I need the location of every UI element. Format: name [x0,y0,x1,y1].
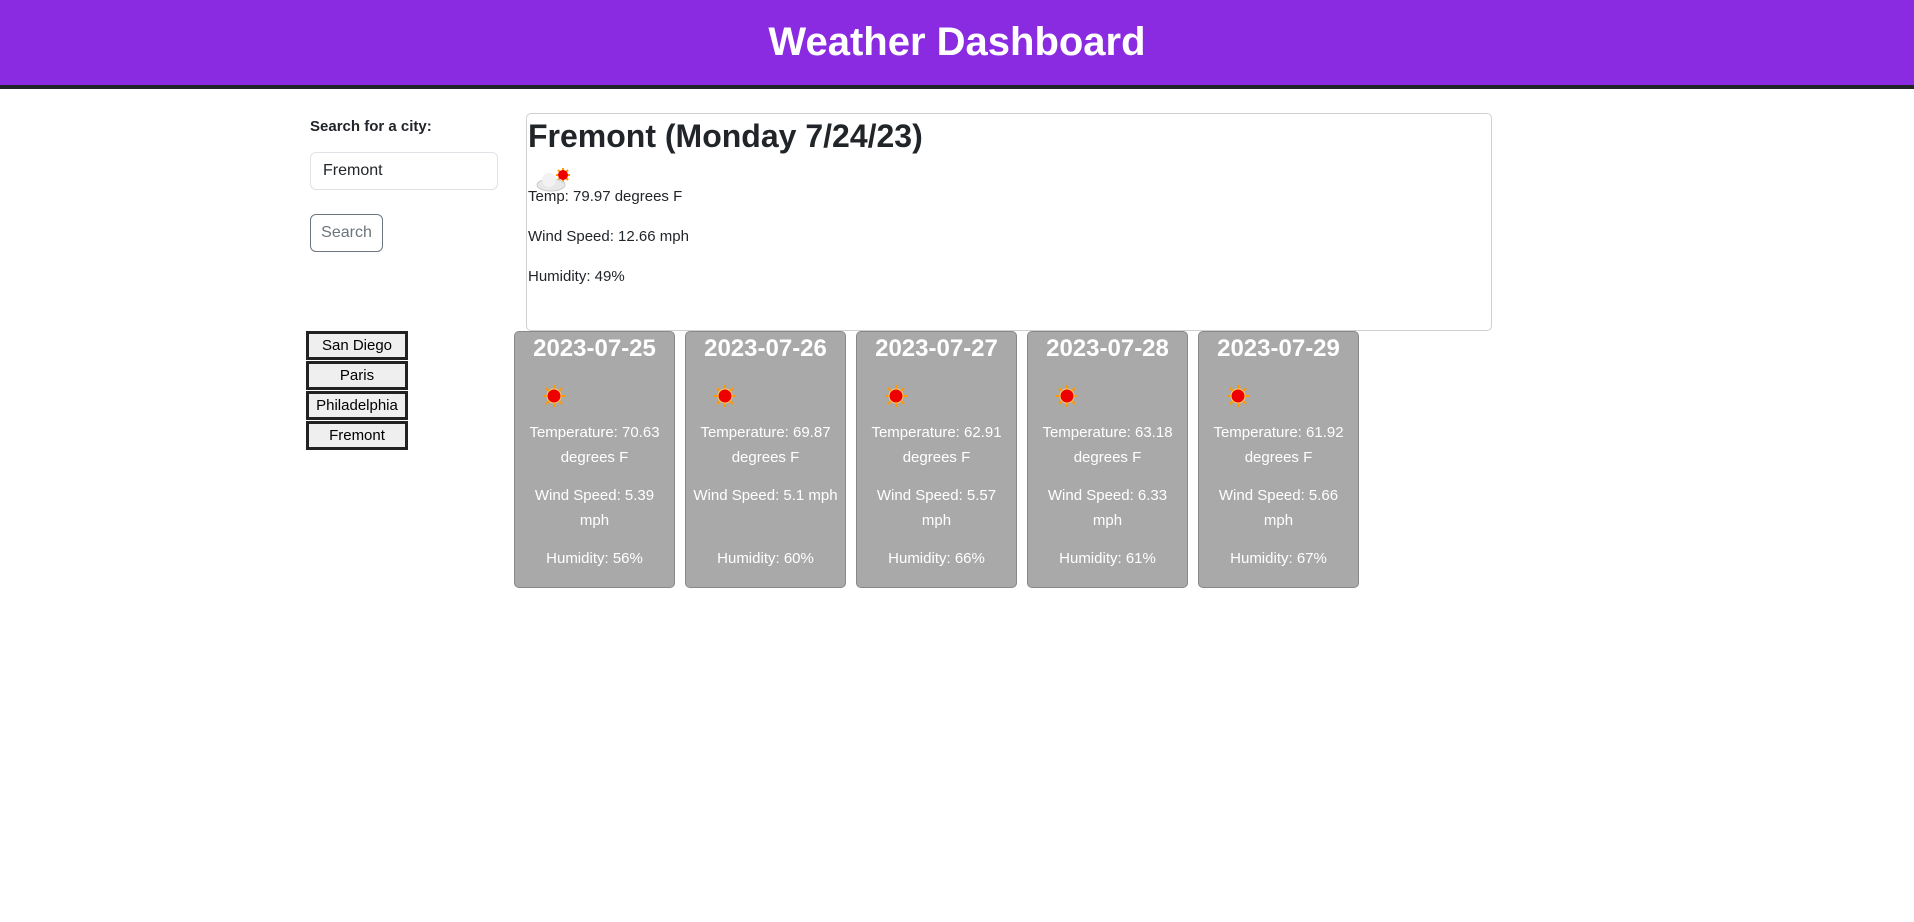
forecast-card: 2023-07-26 Temperature: 69.87 degrees F … [685,331,846,588]
forecast-wind: Wind Speed: 5.39 mph [534,487,655,529]
forecast-card: 2023-07-29 Temperature: 61.92 degrees F … [1198,331,1359,588]
sun-icon [543,385,565,407]
forecast-date: 2023-07-29 [1217,335,1340,362]
current-humidity: Humidity: 49% [528,268,625,285]
forecast-humidity: Humidity: 67% [1230,550,1327,567]
app-title: Weather Dashboard [768,20,1146,64]
forecast-wind: Wind Speed: 5.57 mph [876,487,997,529]
forecast-humidity: Humidity: 66% [888,550,985,567]
sun-icon [714,385,736,407]
forecast-wind: Wind Speed: 6.33 mph [1047,487,1168,529]
sun-icon [1227,385,1249,407]
history-button-paris[interactable]: Paris [306,361,408,390]
forecast-date: 2023-07-25 [533,335,656,362]
search-history: San Diego Paris Philadelphia Fremont [306,331,408,451]
forecast-temp: Temperature: 69.87 degrees F [700,424,831,466]
history-button-philadelphia[interactable]: Philadelphia [306,391,408,420]
history-button-san-diego[interactable]: San Diego [306,331,408,360]
forecast-date: 2023-07-27 [875,335,998,362]
sun-icon [1056,385,1078,407]
current-weather-card: Fremont (Monday 7/24/23) Temp: 79.97 deg… [526,113,1492,331]
forecast-card: 2023-07-28 Temperature: 63.18 degrees F … [1027,331,1188,588]
forecast-humidity: Humidity: 61% [1059,550,1156,567]
forecast-temp: Temperature: 70.63 degrees F [529,424,660,466]
forecast-date: 2023-07-28 [1046,335,1169,362]
forecast-humidity: Humidity: 60% [717,550,814,567]
forecast-wind: Wind Speed: 5.66 mph [1218,487,1339,529]
forecast-date: 2023-07-26 [704,335,827,362]
forecast-card: 2023-07-25 Temperature: 70.63 degrees F … [514,331,675,588]
city-search-input[interactable] [310,152,498,190]
app-header: Weather Dashboard [0,0,1914,89]
history-button-fremont[interactable]: Fremont [306,421,408,450]
search-label: Search for a city: [310,118,432,135]
forecast-card: 2023-07-27 Temperature: 62.91 degrees F … [856,331,1017,588]
current-temp: Temp: 79.97 degrees F [528,188,683,205]
forecast-wind: Wind Speed: 5.1 mph [693,487,838,504]
forecast-humidity: Humidity: 56% [546,550,643,567]
forecast-temp: Temperature: 63.18 degrees F [1042,424,1173,466]
sun-icon [885,385,907,407]
forecast-temp: Temperature: 62.91 degrees F [871,424,1002,466]
current-city-title: Fremont (Monday 7/24/23) [528,118,923,154]
search-button[interactable]: Search [310,214,383,252]
forecast-temp: Temperature: 61.92 degrees F [1213,424,1344,466]
current-wind: Wind Speed: 12.66 mph [528,228,689,245]
